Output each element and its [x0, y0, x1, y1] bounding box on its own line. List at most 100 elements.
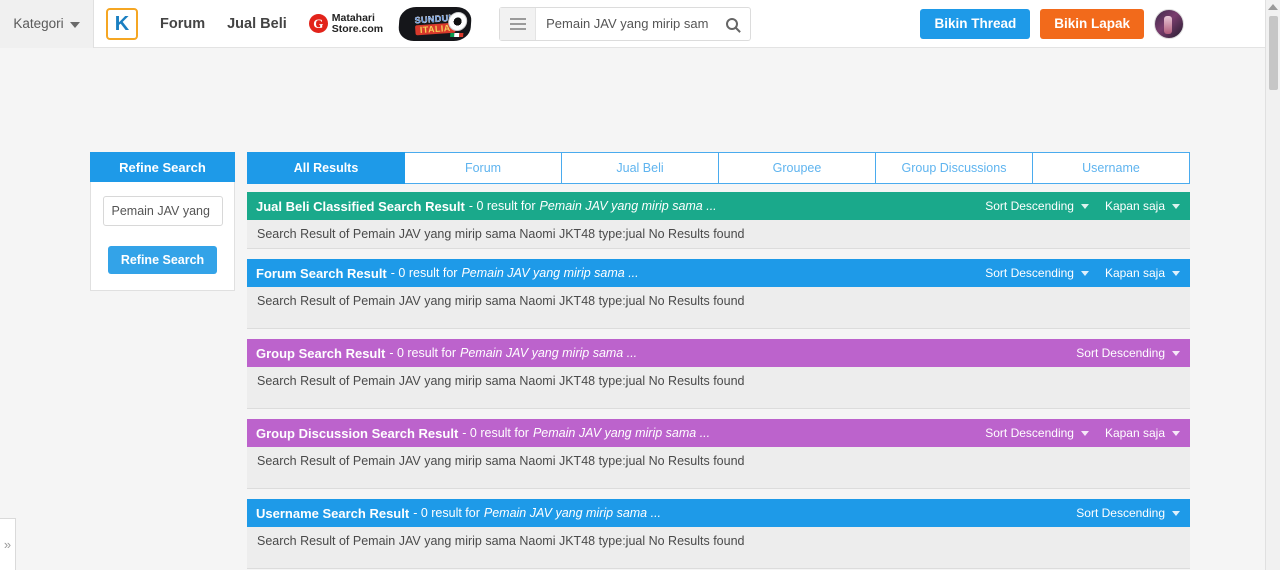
nav-forum[interactable]: Forum [160, 16, 205, 32]
sort-label: Sort Descending [985, 426, 1074, 440]
sort-descending-dropdown[interactable]: Sort Descending [985, 266, 1089, 280]
chevron-down-icon [1172, 430, 1180, 436]
soccer-ball-icon [447, 11, 468, 31]
time-label: Kapan saja [1104, 426, 1165, 440]
result-title: Forum Search Result [256, 265, 387, 281]
result-query: Pemain JAV yang mirip sama ... [460, 346, 638, 360]
results-tabs: All Results Forum Jual Beli Groupee Grou… [247, 152, 1190, 184]
result-query: Pemain JAV yang mirip sama ... [461, 266, 639, 280]
refine-search-header[interactable]: Refine Search [90, 152, 235, 182]
chevron-down-icon [1080, 203, 1089, 209]
chevron-down-icon [1172, 203, 1180, 209]
sort-label: Sort Descending [1076, 346, 1165, 360]
result-meta: - 0 result for [462, 426, 529, 440]
logo-k-icon: K [114, 12, 130, 35]
kaskus-logo[interactable]: K [106, 7, 138, 40]
scrollbar-thumb[interactable] [1268, 16, 1278, 90]
result-meta: - 0 result for [413, 506, 480, 520]
result-bar: Jual Beli Classified Search Result - 0 r… [247, 192, 1190, 220]
search-bar [499, 6, 752, 41]
sort-label: Sort Descending [1076, 506, 1165, 520]
sort-descending-dropdown[interactable]: Sort Descending [1076, 506, 1180, 520]
matahari-label: Matahari Store.com [332, 12, 383, 35]
chevron-down-icon [1172, 350, 1180, 356]
chevron-down-icon [69, 21, 80, 28]
result-bar: Forum Search Result - 0 result for Pemai… [247, 259, 1190, 287]
result-body: Search Result of Pemain JAV yang mirip s… [247, 527, 1190, 569]
tab-jual-beli[interactable]: Jual Beli [562, 152, 719, 184]
chevron-down-icon [1080, 270, 1089, 276]
matahari-store-link[interactable]: G Matahari Store.com [308, 12, 383, 35]
chevron-down-icon [1172, 270, 1180, 276]
result-block-jual-beli-classified: Jual Beli Classified Search Result - 0 r… [247, 192, 1190, 249]
kategori-label: Kategori [13, 16, 64, 31]
time-label: Kapan saja [1104, 199, 1165, 213]
tab-username[interactable]: Username [1033, 152, 1190, 184]
bikin-lapak-button[interactable]: Bikin Lapak [1040, 8, 1144, 39]
result-block-forum: Forum Search Result - 0 result for Pemai… [247, 259, 1190, 329]
time-filter-dropdown[interactable]: Kapan saja [1105, 426, 1180, 440]
result-body: Search Result of Pemain JAV yang mirip s… [247, 447, 1190, 489]
site-header: Kategori K Forum Jual Beli G Matahari St… [0, 0, 1280, 48]
user-avatar[interactable] [1154, 8, 1184, 39]
search-submit-button[interactable] [714, 8, 750, 40]
result-controls: Sort Descending [1076, 506, 1180, 520]
result-title: Group Discussion Search Result [256, 425, 459, 441]
refine-search-input[interactable] [102, 196, 223, 226]
time-filter-dropdown[interactable]: Kapan saja [1105, 266, 1180, 280]
result-query: Pemain JAV yang mirip sama ... [483, 506, 662, 520]
result-meta: - 0 result for [389, 346, 456, 360]
result-controls: Sort Descending Kapan saja [985, 426, 1180, 440]
result-title: Group Search Result [256, 345, 386, 361]
matahari-logo-icon: G [308, 14, 328, 33]
result-body: Search Result of Pemain JAV yang mirip s… [247, 220, 1190, 249]
results-column: All Results Forum Jual Beli Groupee Grou… [247, 152, 1190, 569]
page-scrollbar[interactable] [1265, 0, 1280, 570]
sidebar-expand-toggle[interactable]: » [0, 518, 16, 570]
result-controls: Sort Descending [1076, 346, 1180, 360]
result-meta: - 0 result for [390, 266, 458, 280]
sort-label: Sort Descending [985, 266, 1074, 280]
result-block-group: Group Search Result - 0 result for Pemai… [247, 339, 1190, 409]
result-controls: Sort Descending Kapan saja [985, 266, 1180, 280]
search-filter-menu-icon[interactable] [500, 7, 537, 40]
chevron-down-icon [1080, 430, 1089, 436]
result-block-group-discussion: Group Discussion Search Result - 0 resul… [247, 419, 1190, 489]
result-block-username: Username Search Result - 0 result for Pe… [247, 499, 1190, 569]
time-label: Kapan saja [1104, 266, 1165, 280]
search-icon [726, 17, 739, 30]
italy-flag-icon [450, 32, 464, 37]
search-layout: Refine Search Refine Search All Results … [90, 152, 1190, 569]
result-title: Jual Beli Classified Search Result [256, 198, 465, 214]
header-actions: Bikin Thread Bikin Lapak [920, 8, 1280, 39]
nav-jual-beli[interactable]: Jual Beli [227, 16, 287, 32]
sort-label: Sort Descending [985, 199, 1074, 213]
kategori-dropdown[interactable]: Kategori [0, 0, 94, 48]
refine-search-body: Refine Search [90, 182, 235, 291]
tab-all-results[interactable]: All Results [247, 152, 405, 184]
tab-group-discussions[interactable]: Group Discussions [876, 152, 1033, 184]
result-meta: - 0 result for [468, 199, 536, 213]
bikin-thread-button[interactable]: Bikin Thread [920, 8, 1031, 39]
result-query: Pemain JAV yang mirip sama ... [532, 426, 711, 440]
result-bar: Group Discussion Search Result - 0 resul… [247, 419, 1190, 447]
chevron-down-icon [1172, 510, 1180, 516]
refine-search-button[interactable]: Refine Search [107, 246, 218, 274]
tab-forum[interactable]: Forum [405, 152, 562, 184]
time-filter-dropdown[interactable]: Kapan saja [1105, 199, 1180, 213]
scroll-up-arrow-icon[interactable] [1268, 4, 1278, 10]
search-input[interactable] [536, 16, 715, 31]
sort-descending-dropdown[interactable]: Sort Descending [985, 426, 1089, 440]
refine-search-panel: Refine Search Refine Search [90, 152, 235, 569]
sort-descending-dropdown[interactable]: Sort Descending [985, 199, 1089, 213]
result-query: Pemain JAV yang mirip sama ... [539, 199, 717, 213]
main-content: Refine Search Refine Search All Results … [0, 48, 1280, 570]
result-bar: Username Search Result - 0 result for Pe… [247, 499, 1190, 527]
result-controls: Sort Descending Kapan saja [985, 199, 1180, 213]
sundul-italia-banner[interactable]: SUNDUL ITALIA [397, 6, 473, 41]
tab-groupee[interactable]: Groupee [719, 152, 876, 184]
sort-descending-dropdown[interactable]: Sort Descending [1076, 346, 1180, 360]
result-body: Search Result of Pemain JAV yang mirip s… [247, 367, 1190, 409]
result-title: Username Search Result [256, 505, 410, 521]
result-bar: Group Search Result - 0 result for Pemai… [247, 339, 1190, 367]
